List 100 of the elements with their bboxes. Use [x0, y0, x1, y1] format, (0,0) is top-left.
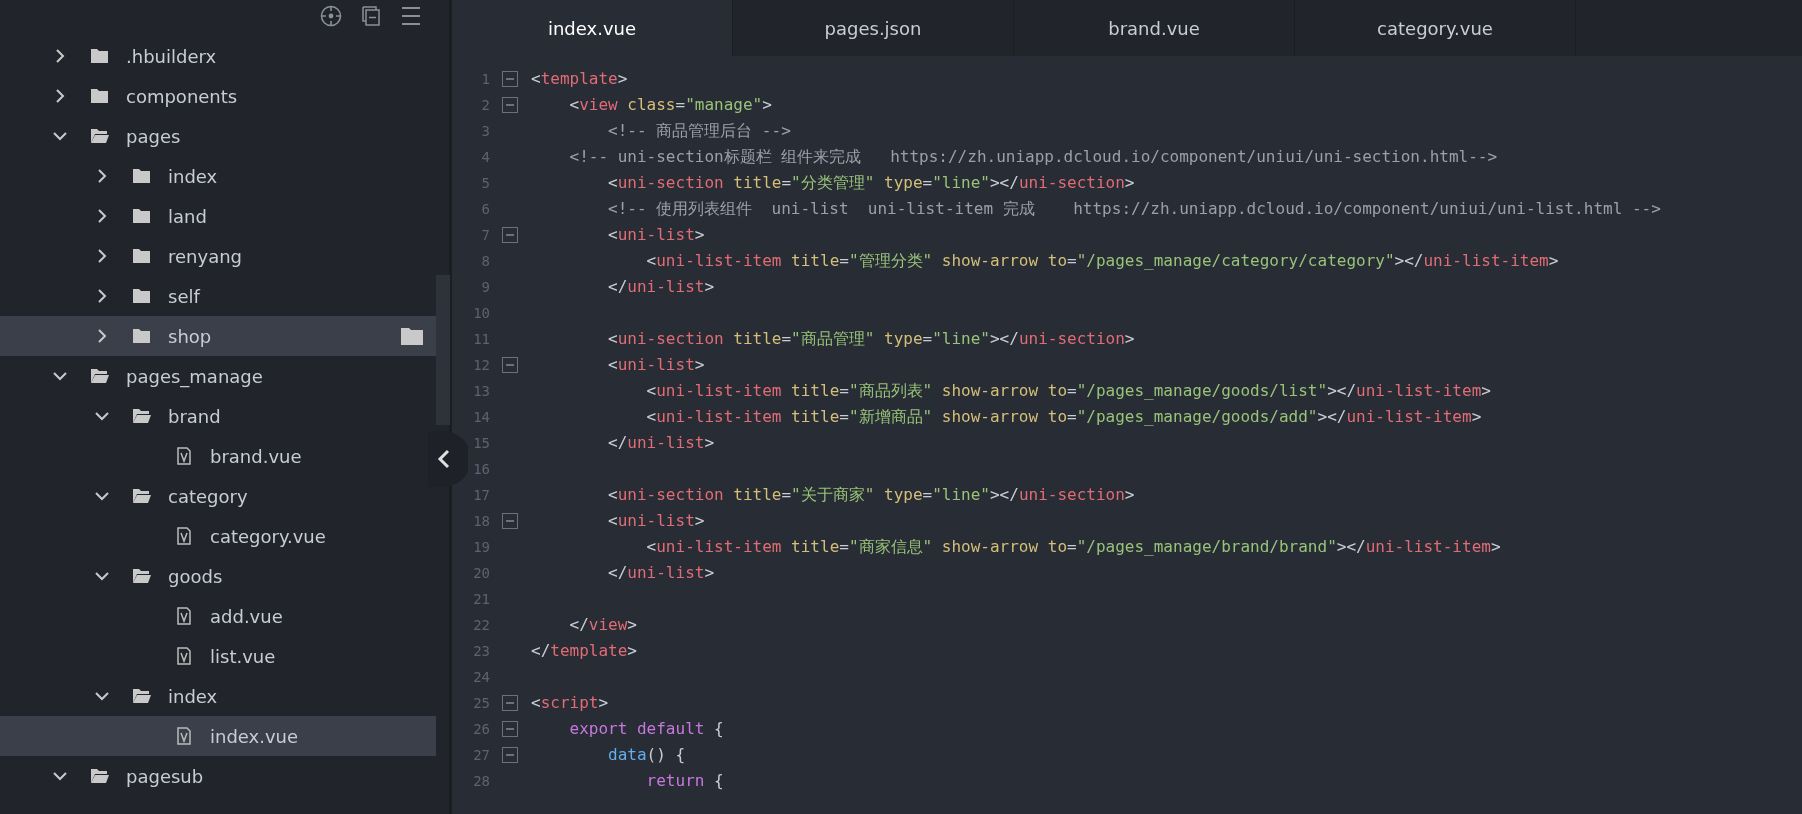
- vue-file-icon: [174, 527, 194, 545]
- line-number: 14: [472, 408, 490, 427]
- folder-icon: [90, 767, 110, 785]
- line-number: 1: [480, 70, 490, 89]
- fold-icon[interactable]: [502, 71, 518, 87]
- line-number: 5: [480, 174, 490, 193]
- folder-icon: [132, 567, 152, 585]
- folder-item[interactable]: pages_manage: [0, 356, 436, 396]
- folder-icon: [132, 487, 152, 505]
- vue-file-icon: [174, 447, 194, 465]
- code-line: </view>: [568, 614, 637, 636]
- line-number: 9: [480, 278, 490, 297]
- folder-icon: [132, 207, 152, 225]
- folder-icon: [132, 407, 152, 425]
- fold-icon[interactable]: [502, 747, 518, 763]
- line-number: 17: [472, 486, 490, 505]
- code-line: <uni-list>: [607, 224, 705, 246]
- line-number: 12: [472, 356, 490, 375]
- code-line: <!-- 商品管理后台 -->: [607, 120, 791, 142]
- code-line: <!-- 使用列表组件 uni-list uni-list-item 完成 https://zh.uniapp.dcloud.io/component/uniui/uni-list.html -->: [607, 198, 1661, 220]
- line-number: 18: [472, 512, 490, 531]
- line-number: 21: [472, 590, 490, 609]
- fold-icon[interactable]: [502, 695, 518, 711]
- fold-icon[interactable]: [502, 227, 518, 243]
- code-line: export default {: [568, 718, 724, 740]
- line-number: 7: [480, 226, 490, 245]
- fold-icon[interactable]: [502, 357, 518, 373]
- line-number: 20: [472, 564, 490, 583]
- folder-icon: [132, 287, 152, 305]
- code-line: </uni-list>: [607, 276, 715, 298]
- scrollbar-thumb[interactable]: [436, 275, 450, 425]
- collapse-all-icon[interactable]: [359, 4, 383, 28]
- code-line: <uni-list-item title="商品列表" show-arrow to="/pages_manage/goods/list"></uni-list-item>: [645, 380, 1491, 402]
- code-line: </uni-list>: [607, 432, 715, 454]
- fold-icon[interactable]: [502, 97, 518, 113]
- folder-icon: [132, 327, 152, 345]
- fold-icon[interactable]: [502, 513, 518, 529]
- folder-icon: [132, 687, 152, 705]
- code-line: <uni-section title="分类管理" type="line"></uni-section>: [607, 172, 1135, 194]
- folder-icon: [90, 47, 110, 65]
- folder-icon: [132, 167, 152, 185]
- folder-item[interactable]: pagesub: [0, 756, 436, 796]
- file-item[interactable]: index.vue: [0, 716, 436, 756]
- menu-icon[interactable]: [399, 4, 423, 28]
- vue-file-icon: [174, 647, 194, 665]
- file-item[interactable]: brand.vue: [0, 436, 436, 476]
- vue-file-icon: [174, 727, 194, 745]
- line-number: 15: [472, 434, 490, 453]
- fold-icon[interactable]: [502, 721, 518, 737]
- code-line: <uni-section title="关于商家" type="line"></uni-section>: [607, 484, 1135, 506]
- folder-item[interactable]: renyang: [0, 236, 436, 276]
- code-line: <template>: [531, 68, 628, 90]
- folder-item[interactable]: pages: [0, 116, 436, 156]
- line-number: 23: [472, 642, 490, 661]
- line-number: 24: [472, 668, 490, 687]
- line-number: 2: [480, 96, 490, 115]
- folder-icon[interactable]: [400, 326, 424, 346]
- folder-item[interactable]: category: [0, 476, 436, 516]
- folder-item[interactable]: .hbuilderx: [0, 36, 436, 76]
- folder-icon: [90, 367, 110, 385]
- code-line: <script>: [531, 692, 609, 714]
- folder-icon: [90, 87, 110, 105]
- line-number: 16: [472, 460, 490, 479]
- folder-item[interactable]: components: [0, 76, 436, 116]
- file-item[interactable]: add.vue: [0, 596, 436, 636]
- folder-item[interactable]: shop: [0, 316, 436, 356]
- line-number: 22: [472, 616, 490, 635]
- line-number: 19: [472, 538, 490, 557]
- locate-icon[interactable]: [319, 4, 343, 28]
- folder-item[interactable]: brand: [0, 396, 436, 436]
- line-number: 3: [480, 122, 490, 141]
- folder-icon: [132, 247, 152, 265]
- file-item[interactable]: list.vue: [0, 636, 436, 676]
- folder-item[interactable]: self: [0, 276, 436, 316]
- line-number: 6: [480, 200, 490, 219]
- code-line: <uni-list-item title="商家信息" show-arrow to="/pages_manage/brand/brand"></uni-list-item>: [645, 536, 1501, 558]
- code-line: <uni-list>: [607, 354, 705, 376]
- code-line: </uni-list>: [607, 562, 715, 584]
- line-number: 27: [472, 746, 490, 765]
- folder-item[interactable]: land: [0, 196, 436, 236]
- code-line: data() {: [607, 744, 686, 766]
- code-line: return {: [645, 770, 724, 792]
- folder-item[interactable]: index: [0, 676, 436, 716]
- code-line: <uni-list>: [607, 510, 705, 532]
- code-line: <uni-section title="商品管理" type="line"></uni-section>: [607, 328, 1135, 350]
- line-number: 8: [480, 252, 490, 271]
- vue-file-icon: [174, 607, 194, 625]
- folder-item[interactable]: goods: [0, 556, 436, 596]
- code-line: </template>: [531, 640, 637, 662]
- line-number: 13: [472, 382, 490, 401]
- file-item[interactable]: category.vue: [0, 516, 436, 556]
- code-line: <uni-list-item title="新增商品" show-arrow to="/pages_manage/goods/add"></uni-list-item>: [645, 406, 1482, 428]
- line-number: 4: [480, 148, 490, 167]
- folder-item[interactable]: index: [0, 156, 436, 196]
- code-line: <uni-list-item title="管理分类" show-arrow to="/pages_manage/category/category"></uni-list-item>: [645, 250, 1559, 272]
- file-tab[interactable]: index.vue: [452, 0, 733, 56]
- line-number: 25: [472, 694, 490, 713]
- folder-icon: [90, 127, 110, 145]
- code-line: <!-- uni-section标题栏 组件来完成 https://zh.uniapp.dcloud.io/component/uniui/uni-section.html-->: [568, 146, 1498, 168]
- line-number: 10: [472, 304, 490, 323]
